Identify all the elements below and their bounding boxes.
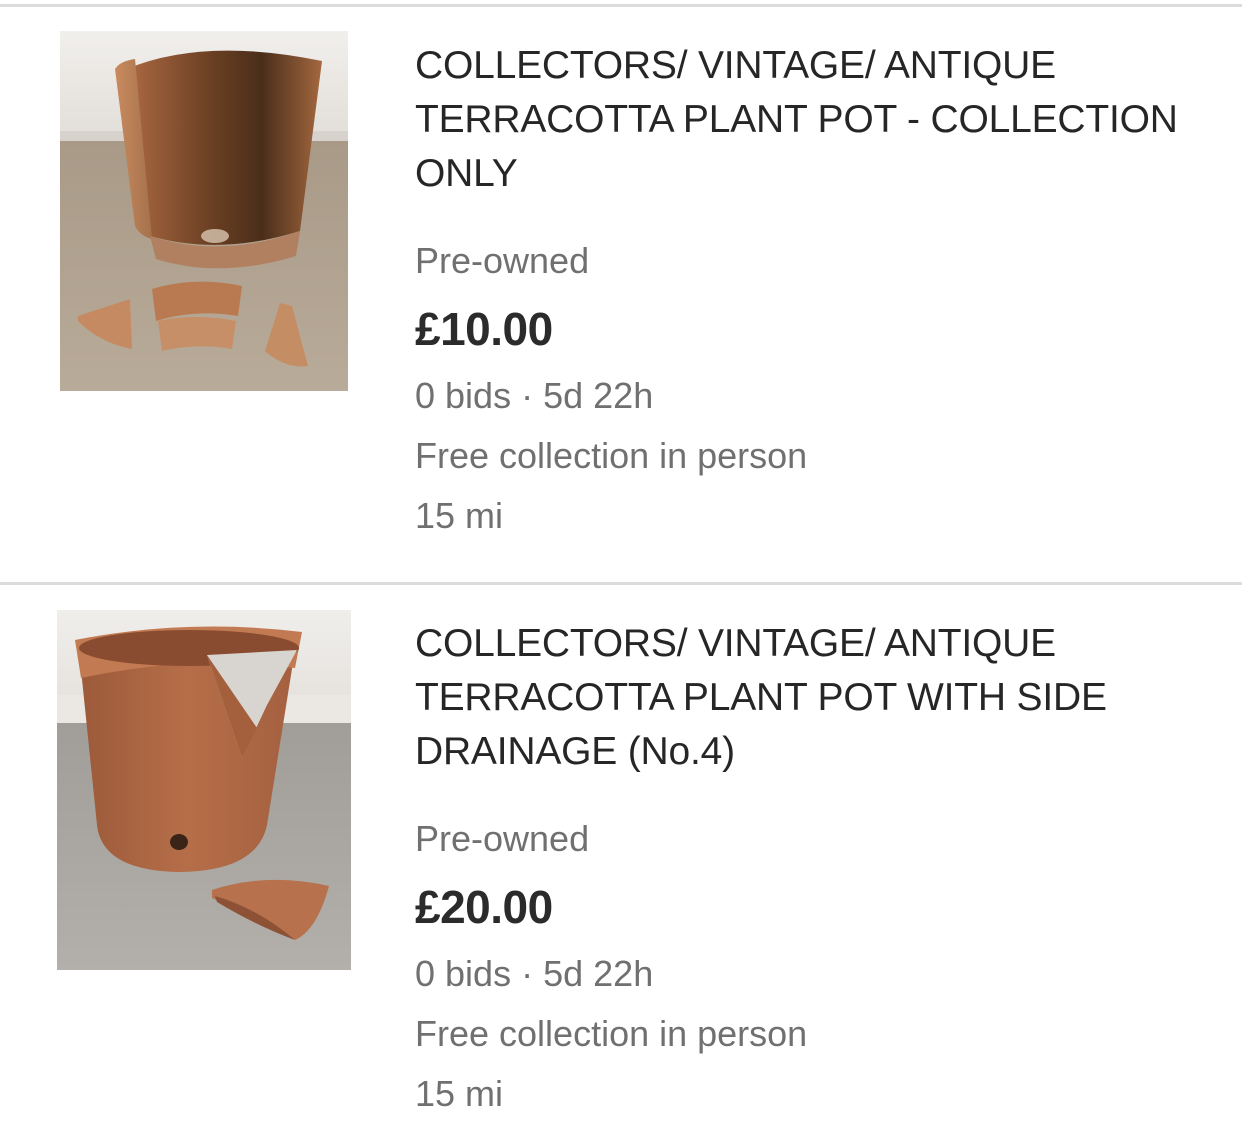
broken-terracotta-pot-photo-icon bbox=[60, 31, 348, 391]
listing-item[interactable]: COLLECTORS/ VINTAGE/ ANTIQUE TERRACOTTA … bbox=[0, 7, 1242, 580]
time-left: 5d 22h bbox=[543, 953, 654, 994]
separator-dot: · bbox=[521, 953, 534, 994]
listing-distance: 15 mi bbox=[415, 1073, 504, 1114]
listing-thumbnail[interactable] bbox=[57, 610, 351, 970]
chipped-terracotta-pot-photo-icon bbox=[57, 610, 351, 970]
bid-count: 0 bids bbox=[415, 375, 512, 416]
time-left: 5d 22h bbox=[543, 375, 654, 416]
listing-title[interactable]: COLLECTORS/ VINTAGE/ ANTIQUE TERRACOTTA … bbox=[415, 39, 1195, 201]
listing-item[interactable]: COLLECTORS/ VINTAGE/ ANTIQUE TERRACOTTA … bbox=[0, 585, 1242, 1135]
listing-distance: 15 mi bbox=[415, 495, 504, 536]
listing-bids-time: 0 bids · 5d 22h bbox=[415, 376, 653, 416]
listing-shipping: Free collection in person bbox=[415, 1013, 808, 1054]
listing-price: £20.00 bbox=[415, 881, 553, 933]
separator-dot: · bbox=[521, 375, 534, 416]
listing-title[interactable]: COLLECTORS/ VINTAGE/ ANTIQUE TERRACOTTA … bbox=[415, 617, 1195, 779]
listing-condition: Pre-owned bbox=[415, 240, 590, 281]
listing-condition: Pre-owned bbox=[415, 818, 590, 859]
bid-count: 0 bids bbox=[415, 953, 512, 994]
listing-bids-time: 0 bids · 5d 22h bbox=[415, 954, 653, 994]
listing-price: £10.00 bbox=[415, 303, 553, 355]
listing-shipping: Free collection in person bbox=[415, 435, 808, 476]
listing-thumbnail[interactable] bbox=[60, 31, 348, 391]
